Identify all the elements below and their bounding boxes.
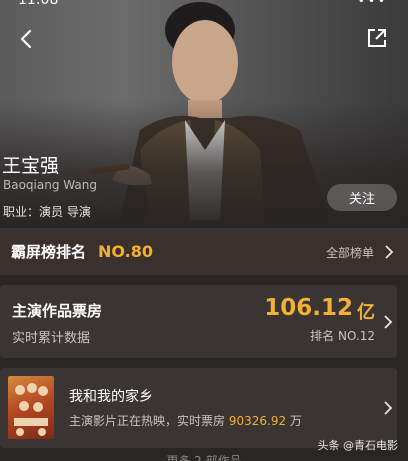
film-title[interactable]: 我和我的家乡	[69, 386, 153, 406]
person-role: 职业：演员 导演	[3, 205, 91, 219]
box-office-title: 主演作品票房	[12, 302, 103, 320]
chevron-right-icon	[384, 401, 393, 415]
film-description: 主演影片正在热映，实时票房 90326.92 万	[69, 412, 302, 429]
film-poster[interactable]	[8, 376, 54, 439]
person-name-en: Baoqiang Wang	[3, 178, 97, 192]
status-indicators: •••	[357, 0, 388, 8]
box-office-unit: 亿	[357, 302, 375, 323]
ranking-value: NO.80	[98, 242, 153, 261]
box-office-rank: 排名 NO.12	[310, 329, 375, 343]
box-office-card[interactable]: 主演作品票房 实时累计数据 106.12 亿 排名 NO.12	[0, 285, 397, 358]
follow-button[interactable]: 关注	[327, 184, 397, 211]
chevron-right-icon	[385, 245, 394, 259]
film-desc-unit: 万	[286, 414, 302, 428]
watermark: 头条 @青石电影	[317, 439, 399, 452]
hero-banner: 11:08 ••• 王宝强 Baoqiang Wang 职业：演员 导演 关注	[0, 0, 408, 220]
box-office-value: 106.12	[264, 295, 353, 321]
ranking-label: 霸屏榜排名	[11, 243, 87, 261]
chevron-right-icon	[384, 315, 393, 329]
film-desc-prefix: 主演影片正在热映，实时票房	[69, 414, 229, 428]
person-name-cn: 王宝强	[2, 155, 60, 177]
ranking-row[interactable]: 霸屏榜排名 NO.80 全部榜单	[0, 228, 408, 275]
more-works-link[interactable]: 更多 2 部作品	[0, 452, 408, 461]
chevron-left-icon[interactable]	[14, 26, 40, 52]
box-office-subtitle: 实时累计数据	[12, 331, 91, 346]
share-icon[interactable]	[366, 27, 388, 49]
all-rankings-link[interactable]: 全部榜单	[326, 244, 374, 261]
film-box-office-value: 90326.92	[228, 414, 287, 428]
status-time: 11:08	[18, 0, 59, 8]
film-card[interactable]: 我和我的家乡 主演影片正在热映，实时票房 90326.92 万	[0, 368, 397, 448]
